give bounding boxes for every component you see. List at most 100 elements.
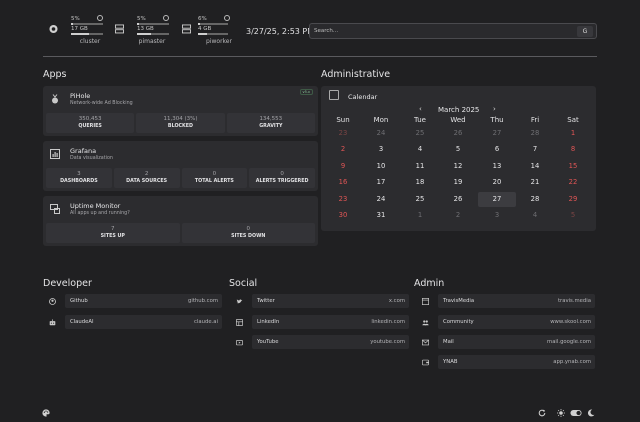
calendar-day[interactable]: 3 [362,142,400,157]
calendar-day-other-month[interactable]: 2 [439,208,477,223]
calendar-day[interactable]: 31 [362,208,400,223]
twitter-icon [236,299,243,304]
cluster-icon [49,24,58,34]
calendar-day[interactable]: 28 [516,192,554,207]
theme-toggle[interactable] [570,409,582,417]
github-icon [49,298,56,305]
link-claudeai[interactable]: ClaudeAI claude.ai [45,315,222,329]
calendar-day[interactable]: 19 [439,175,477,190]
calendar-day-other-month[interactable]: 26 [439,126,477,141]
link-travismedia[interactable]: TravisMedia travis.media [418,294,595,308]
calendar-day[interactable]: 15 [554,159,592,174]
calendar-title: Calendar [348,93,378,101]
version-badge: v5.x [299,89,313,95]
moon-icon[interactable] [587,409,595,417]
server-widget-piworker[interactable]: 6% 4 GB piworker [182,14,238,46]
admin-title: Admin [414,278,445,289]
divider [43,56,597,57]
app-card-uptime-monitor[interactable]: Uptime Monitor All apps up and running? … [43,196,318,246]
calendar-day-other-month[interactable]: 25 [401,126,439,141]
calendar-day[interactable]: 2 [324,142,362,157]
calendar-day[interactable]: 24 [362,192,400,207]
calendar-day-other-month[interactable]: 1 [401,208,439,223]
calendar-day[interactable]: 22 [554,175,592,190]
palette-icon[interactable] [42,409,50,417]
link-community[interactable]: Community www.skool.com [418,315,595,329]
monitor-icon [50,204,60,214]
link-youtube[interactable]: YouTube youtube.com [232,335,409,349]
link-mail[interactable]: Mail mail.google.com [418,335,595,349]
next-month-button[interactable]: › [493,105,496,113]
app-description: Data visualization [70,156,113,161]
calendar-day-other-month[interactable]: 5 [554,208,592,223]
calendar-day[interactable]: 29 [554,192,592,207]
calendar-day[interactable]: 21 [516,175,554,190]
calendar-day-other-month[interactable]: 27 [478,126,516,141]
weekday-header: Sun [336,116,350,124]
calendar-day[interactable]: 30 [324,208,362,223]
calendar-day[interactable]: 1 [554,126,592,141]
calendar-day[interactable]: 17 [362,175,400,190]
link-url: youtube.com [370,339,405,345]
calendar-day-other-month[interactable]: 23 [324,126,362,141]
calendar-day-other-month[interactable]: 3 [478,208,516,223]
calendar-day[interactable]: 16 [324,175,362,190]
server-name: pimaster [138,38,166,45]
link-github[interactable]: Github github.com [45,294,222,308]
calendar-day[interactable]: 4 [401,142,439,157]
robot-icon [49,319,56,326]
calendar-day-other-month[interactable]: 24 [362,126,400,141]
refresh-icon[interactable] [538,409,546,417]
link-url: www.skool.com [550,319,591,325]
calendar-day[interactable]: 6 [478,142,516,157]
mail-icon [422,339,429,346]
server-widget-pimaster[interactable]: 5% 13 GB pimaster [115,14,171,46]
server-name: cluster [79,38,101,45]
link-linkedin[interactable]: LinkedIn linkedin.com [232,315,409,329]
calendar-day[interactable]: 23 [324,192,362,207]
stat-alerts-triggered: 0 ALERTS TRIGGERED [249,168,315,188]
cpu-value: 6% [198,16,207,22]
app-description: All apps up and running? [70,211,130,216]
header: 5% 17 GB cluster 5% 13 GB pimaster 6% 4 … [43,14,597,46]
app-name: Grafana [70,147,97,155]
sun-icon[interactable] [557,409,565,417]
app-card-grafana[interactable]: Grafana Data visualization 3 DASHBOARDS 2… [43,141,318,191]
calendar-day[interactable]: 18 [401,175,439,190]
calendar-day[interactable]: 8 [554,142,592,157]
search-engine-button[interactable]: G [577,26,593,37]
weekday-header: Wed [450,116,466,124]
link-ynab[interactable]: YNAB app.ynab.com [418,355,595,369]
linkedin-icon [236,319,243,326]
calendar-day[interactable]: 12 [439,159,477,174]
grafana-icon [50,149,60,159]
search-input[interactable] [314,26,564,36]
server-widget-cluster[interactable]: 5% 17 GB cluster [49,14,105,46]
datetime: 3/27/25, 2:53 PM [246,27,315,36]
calendar-day-other-month[interactable]: 4 [516,208,554,223]
link-url: github.com [188,298,218,304]
calendar-day[interactable]: 10 [362,159,400,174]
calendar-day[interactable]: 14 [516,159,554,174]
link-url: app.ynab.com [553,359,591,365]
app-card-pihole[interactable]: PiHole Network-wide Ad Blocking v5.x 350… [43,86,318,136]
link-twitter[interactable]: Twitter x.com [232,294,409,308]
calendar-day[interactable]: 11 [401,159,439,174]
calendar-day[interactable]: 7 [516,142,554,157]
calendar-day[interactable]: 13 [478,159,516,174]
server-name: piworker [206,38,232,45]
prev-month-button[interactable]: ‹ [419,105,422,113]
link-name: Twitter [257,298,275,304]
calendar-day[interactable]: 20 [478,175,516,190]
calendar-day[interactable]: 5 [439,142,477,157]
link-name: YouTube [257,339,279,345]
month-title: March 2025 [438,106,480,114]
calendar-day[interactable]: 26 [439,192,477,207]
calendar-day[interactable]: 27 [478,191,516,207]
cpu-bar [198,23,228,25]
calendar-day[interactable]: 9 [324,159,362,174]
calendar-day[interactable]: 25 [401,192,439,207]
developer-title: Developer [43,278,92,289]
link-name: ClaudeAI [70,319,94,325]
calendar-day-other-month[interactable]: 28 [516,126,554,141]
